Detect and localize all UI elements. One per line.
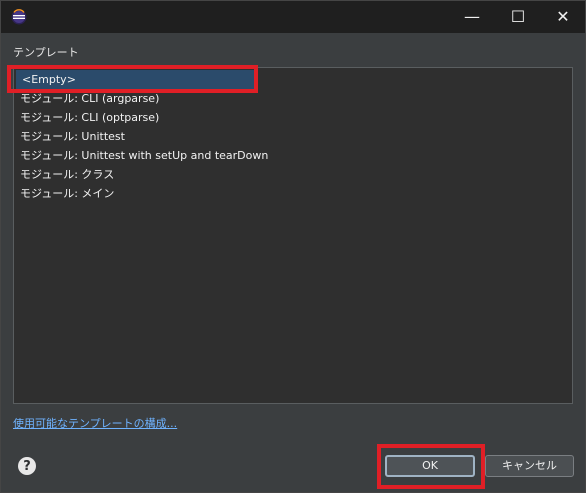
- template-list[interactable]: <Empty> モジュール: CLI (argparse) モジュール: CLI…: [13, 67, 573, 404]
- configure-templates-link[interactable]: 使用可能なテンプレートの構成...: [13, 415, 177, 431]
- title-bar: — ☐ ✕: [1, 1, 585, 33]
- template-item-class[interactable]: モジュール: クラス: [14, 165, 114, 184]
- maximize-button[interactable]: ☐: [495, 1, 541, 33]
- template-item-main[interactable]: モジュール: メイン: [14, 184, 114, 203]
- template-item-cli-argparse[interactable]: モジュール: CLI (argparse): [14, 89, 159, 108]
- template-item-unittest[interactable]: モジュール: Unittest: [14, 127, 125, 146]
- minimize-button[interactable]: —: [449, 1, 495, 33]
- template-dialog: — ☐ ✕ テンプレート <Empty> モジュール: CLI (argpars…: [0, 0, 586, 493]
- template-item-empty[interactable]: <Empty>: [16, 70, 254, 89]
- maximize-icon: ☐: [510, 7, 526, 26]
- minimize-icon: —: [464, 7, 480, 26]
- close-button[interactable]: ✕: [540, 1, 586, 33]
- template-item-cli-optparse[interactable]: モジュール: CLI (optparse): [14, 108, 159, 127]
- help-icon[interactable]: ?: [18, 457, 36, 475]
- close-icon: ✕: [556, 7, 570, 26]
- eclipse-icon: [11, 9, 27, 25]
- ok-button[interactable]: OK: [385, 455, 475, 477]
- cancel-button[interactable]: キャンセル: [485, 455, 574, 477]
- templates-label: テンプレート: [13, 46, 79, 59]
- template-item-unittest-setup-teardown[interactable]: モジュール: Unittest with setUp and tearDown: [14, 146, 268, 165]
